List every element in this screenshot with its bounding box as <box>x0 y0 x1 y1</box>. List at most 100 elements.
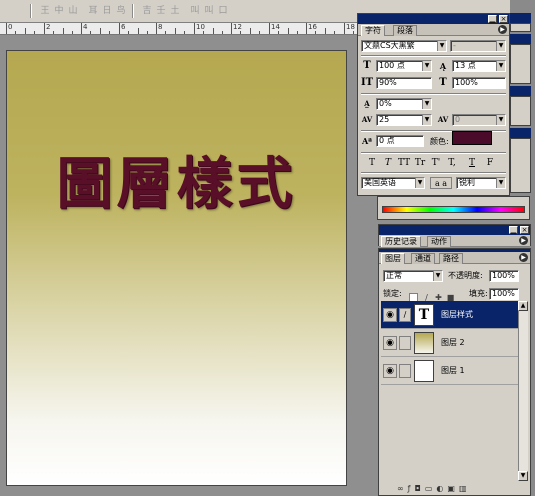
align-center-button[interactable]: 日 <box>100 5 114 17</box>
layer-name[interactable]: 图层样式 <box>441 310 473 320</box>
opacity-field[interactable]: 100% <box>489 270 519 282</box>
layer-row[interactable]: ◉ 图层 1 <box>381 357 519 385</box>
panel-menu-icon[interactable]: ▶ <box>519 236 528 245</box>
delete-layer-icon[interactable]: ▥ <box>459 484 471 493</box>
font-family-value: 文鼎CS大黑繁 <box>364 41 415 50</box>
tab-actions[interactable]: 动作 <box>427 236 451 247</box>
mini-panel-titlebar[interactable] <box>510 13 531 23</box>
close-icon[interactable]: × <box>499 15 508 23</box>
panel-menu-icon[interactable]: ▶ <box>498 25 507 34</box>
all-caps-button[interactable]: TT <box>398 157 410 169</box>
strikethrough-button[interactable]: F <box>484 157 496 169</box>
tab-paragraph[interactable]: 段落 <box>393 25 417 36</box>
baseline-shift-field[interactable]: 0 点 <box>376 135 424 147</box>
layer-thumbnail <box>414 360 434 382</box>
chevron-down-icon: ▼ <box>422 61 431 71</box>
link-layers-icon[interactable]: ∞ <box>397 484 408 493</box>
underline-button[interactable]: T <box>466 157 478 169</box>
document-canvas[interactable]: 圖層樣式 <box>6 50 347 486</box>
distribute-top-button[interactable]: 吉 <box>140 5 154 17</box>
blend-mode-select[interactable]: 正常 ▼ <box>383 270 443 282</box>
mini-panel-titlebar[interactable] <box>510 86 531 96</box>
ruler-minor-tick <box>175 28 176 34</box>
gradient-layer-thumbnail <box>414 332 434 354</box>
distribute-right-button[interactable]: 口 <box>216 5 230 17</box>
tracking-field[interactable]: 25 ▼ <box>376 114 432 126</box>
character-panel: ▁ × 字符 段落 ▶ 文鼎CS大黑繁 ▼ - ▼ T 100 点 ▼ Ą 13… <box>357 13 510 196</box>
adjustment-layer-icon[interactable]: ◐ <box>436 484 447 493</box>
layer-row[interactable]: ◉ 图层 2 <box>381 329 519 357</box>
scroll-down-icon[interactable]: ▼ <box>518 471 528 481</box>
faux-italic-button[interactable]: T <box>382 157 394 169</box>
kerning-field[interactable]: 0 ▼ <box>452 114 506 126</box>
new-set-icon[interactable]: ▭ <box>425 484 437 493</box>
minimize-icon[interactable]: ▁ <box>488 15 497 23</box>
mini-panel-titlebar[interactable] <box>510 34 531 44</box>
distribute-bottom-button[interactable]: 土 <box>168 5 182 17</box>
tab-channels[interactable]: 通道 <box>411 253 435 264</box>
distribute-middle-button[interactable]: 壬 <box>154 5 168 17</box>
ruler-minor-tick <box>203 31 204 34</box>
align-bottom-button[interactable]: 山 <box>66 5 80 17</box>
antialias-select[interactable]: 锐利 ▼ <box>456 177 506 189</box>
ruler-major-tick <box>44 23 45 34</box>
font-size-field[interactable]: 100 点 ▼ <box>376 60 432 72</box>
scroll-up-icon[interactable]: ▲ <box>518 301 528 311</box>
mini-panel-titlebar[interactable] <box>510 128 531 138</box>
link-box[interactable] <box>399 336 411 350</box>
kerning-ratio-field[interactable]: 0% ▼ <box>376 98 432 110</box>
add-mask-icon[interactable]: ◘ <box>415 484 425 493</box>
ruler-minor-tick <box>63 28 64 34</box>
new-layer-icon[interactable]: ▣ <box>447 484 459 493</box>
character-titlebar[interactable]: ▁ × <box>358 14 509 24</box>
layer-row[interactable]: ◉ ∕ T 图层样式 <box>381 301 519 329</box>
tab-history[interactable]: 历史记录 <box>381 236 421 247</box>
subscript-button[interactable]: T, <box>446 157 458 169</box>
eye-icon[interactable]: ◉ <box>383 308 397 322</box>
options-separator <box>30 4 32 18</box>
close-icon[interactable]: × <box>520 226 529 234</box>
tab-layers[interactable]: 图层 <box>381 253 405 264</box>
layers-scrollbar[interactable] <box>518 301 528 481</box>
align-left-button[interactable]: 耳 <box>86 5 100 17</box>
small-caps-button[interactable]: Tr <box>414 157 426 169</box>
faux-bold-button[interactable]: T <box>366 157 378 169</box>
antialias-icon: a a <box>430 177 452 189</box>
align-middle-button[interactable]: 中 <box>52 5 66 17</box>
align-right-button[interactable]: 鸟 <box>114 5 128 17</box>
font-family-select[interactable]: 文鼎CS大黑繁 ▼ <box>361 40 447 52</box>
text-color-swatch[interactable] <box>452 131 492 145</box>
brush-icon[interactable]: ∕ <box>399 308 411 322</box>
color-spectrum[interactable] <box>382 206 525 213</box>
vertical-scale-field[interactable]: 90% <box>376 77 432 89</box>
ruler-minor-tick <box>240 31 241 34</box>
layer-name[interactable]: 图层 1 <box>441 366 465 376</box>
eye-icon[interactable]: ◉ <box>383 364 397 378</box>
font-style-select[interactable]: - ▼ <box>450 40 506 52</box>
distribute-left-button[interactable]: 叫 <box>188 5 202 17</box>
horizontal-ruler[interactable]: 0 2 4 6 8 10 12 14 16 18 <box>0 23 362 35</box>
fill-field[interactable]: 100% <box>489 288 519 300</box>
add-style-icon[interactable]: ƒ <box>408 484 415 493</box>
kerning-ratio-value: 0% <box>379 99 392 108</box>
language-select[interactable]: 美国英语 ▼ <box>361 177 425 189</box>
link-box[interactable] <box>399 364 411 378</box>
eye-icon[interactable]: ◉ <box>383 336 397 350</box>
tab-character[interactable]: 字符 <box>361 25 385 36</box>
leading-field[interactable]: 13 点 ▼ <box>452 60 506 72</box>
panel-menu-icon[interactable]: ▶ <box>519 253 528 262</box>
ruler-major-tick <box>194 23 195 34</box>
tab-paths[interactable]: 路径 <box>439 253 463 264</box>
align-top-button[interactable]: 王 <box>38 5 52 17</box>
horizontal-scale-field[interactable]: 100% <box>452 77 506 89</box>
ruler-minor-tick <box>138 28 139 34</box>
distribute-center-button[interactable]: 叫 <box>202 5 216 17</box>
ruler-major-tick <box>6 23 7 34</box>
minimize-icon[interactable]: ▁ <box>509 226 518 234</box>
history-titlebar[interactable]: ▁ × <box>379 225 530 235</box>
mini-panel <box>510 96 531 126</box>
ruler-minor-tick <box>278 31 279 34</box>
canvas-text-layer[interactable]: 圖層樣式 <box>7 139 346 220</box>
superscript-button[interactable]: T' <box>430 157 442 169</box>
layer-name[interactable]: 图层 2 <box>441 338 465 348</box>
